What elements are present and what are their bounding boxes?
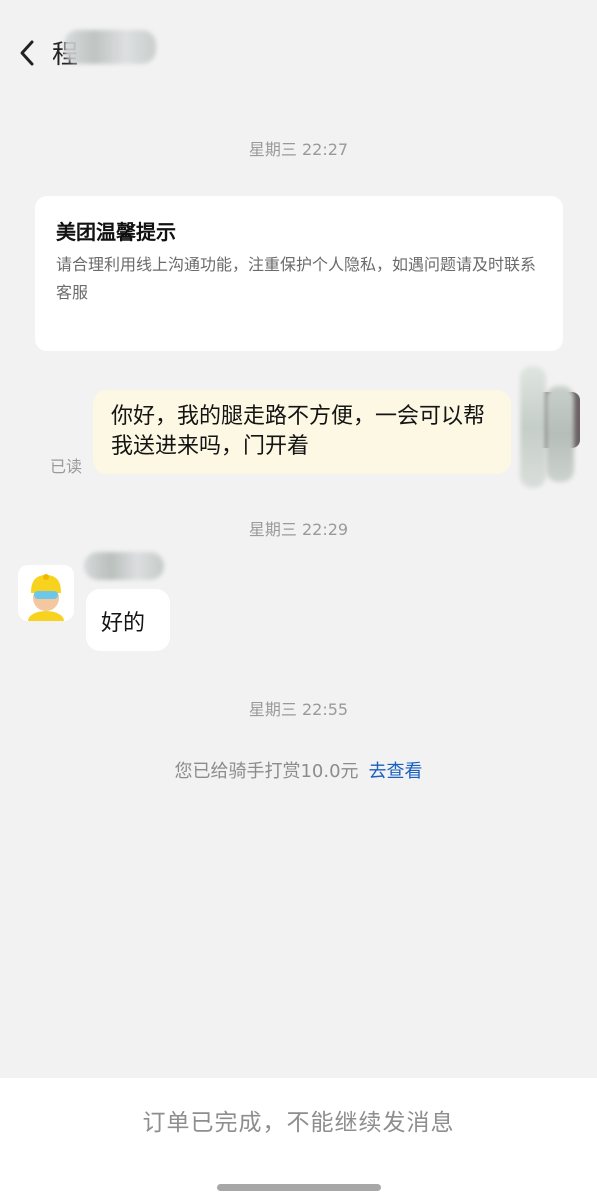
read-status: 已读 xyxy=(50,457,83,476)
avatar-redaction xyxy=(546,386,574,482)
reward-notice: 您已给骑手打赏10.0元 去查看 xyxy=(0,757,597,783)
order-complete-notice: 订单已完成，不能继续发消息 xyxy=(142,1110,455,1136)
timestamp: 星期三 22:27 xyxy=(248,140,349,159)
notice-card: 美团温馨提示 请合理利用线上沟通功能，注重保护个人隐私，如遇问题请及时联系客服 xyxy=(35,196,563,351)
notice-body: 请合理利用线上沟通功能，注重保护个人隐私，如遇问题请及时联系客服 xyxy=(56,255,537,302)
my-message-text: 你好，我的腿走路不方便，一会可以帮我送进来吗，门开着 xyxy=(111,404,486,459)
rider-avatar[interactable] xyxy=(18,565,74,621)
avatar-redaction xyxy=(520,366,546,488)
chat-header: 程 xyxy=(0,0,597,100)
rider-message-text: 好的 xyxy=(101,611,146,636)
rider-name-redaction xyxy=(84,552,164,580)
view-reward-link[interactable]: 去查看 xyxy=(369,761,423,782)
timestamp: 星期三 22:55 xyxy=(248,700,349,719)
contact-name-redaction xyxy=(64,30,156,64)
bottom-status-bar: 订单已完成，不能继续发消息 xyxy=(0,1078,597,1200)
home-indicator[interactable] xyxy=(217,1184,381,1191)
reward-text: 您已给骑手打赏10.0元 xyxy=(174,761,359,782)
my-message-bubble[interactable]: 你好，我的腿走路不方便，一会可以帮我送进来吗，门开着 xyxy=(93,390,511,474)
chevron-left-icon xyxy=(20,40,34,66)
timestamp: 星期三 22:29 xyxy=(248,520,349,539)
rider-message-bubble[interactable]: 好的 xyxy=(86,589,170,651)
back-button[interactable] xyxy=(14,36,42,70)
rider-helmet-icon xyxy=(28,574,64,621)
notice-title: 美团温馨提示 xyxy=(56,220,176,244)
